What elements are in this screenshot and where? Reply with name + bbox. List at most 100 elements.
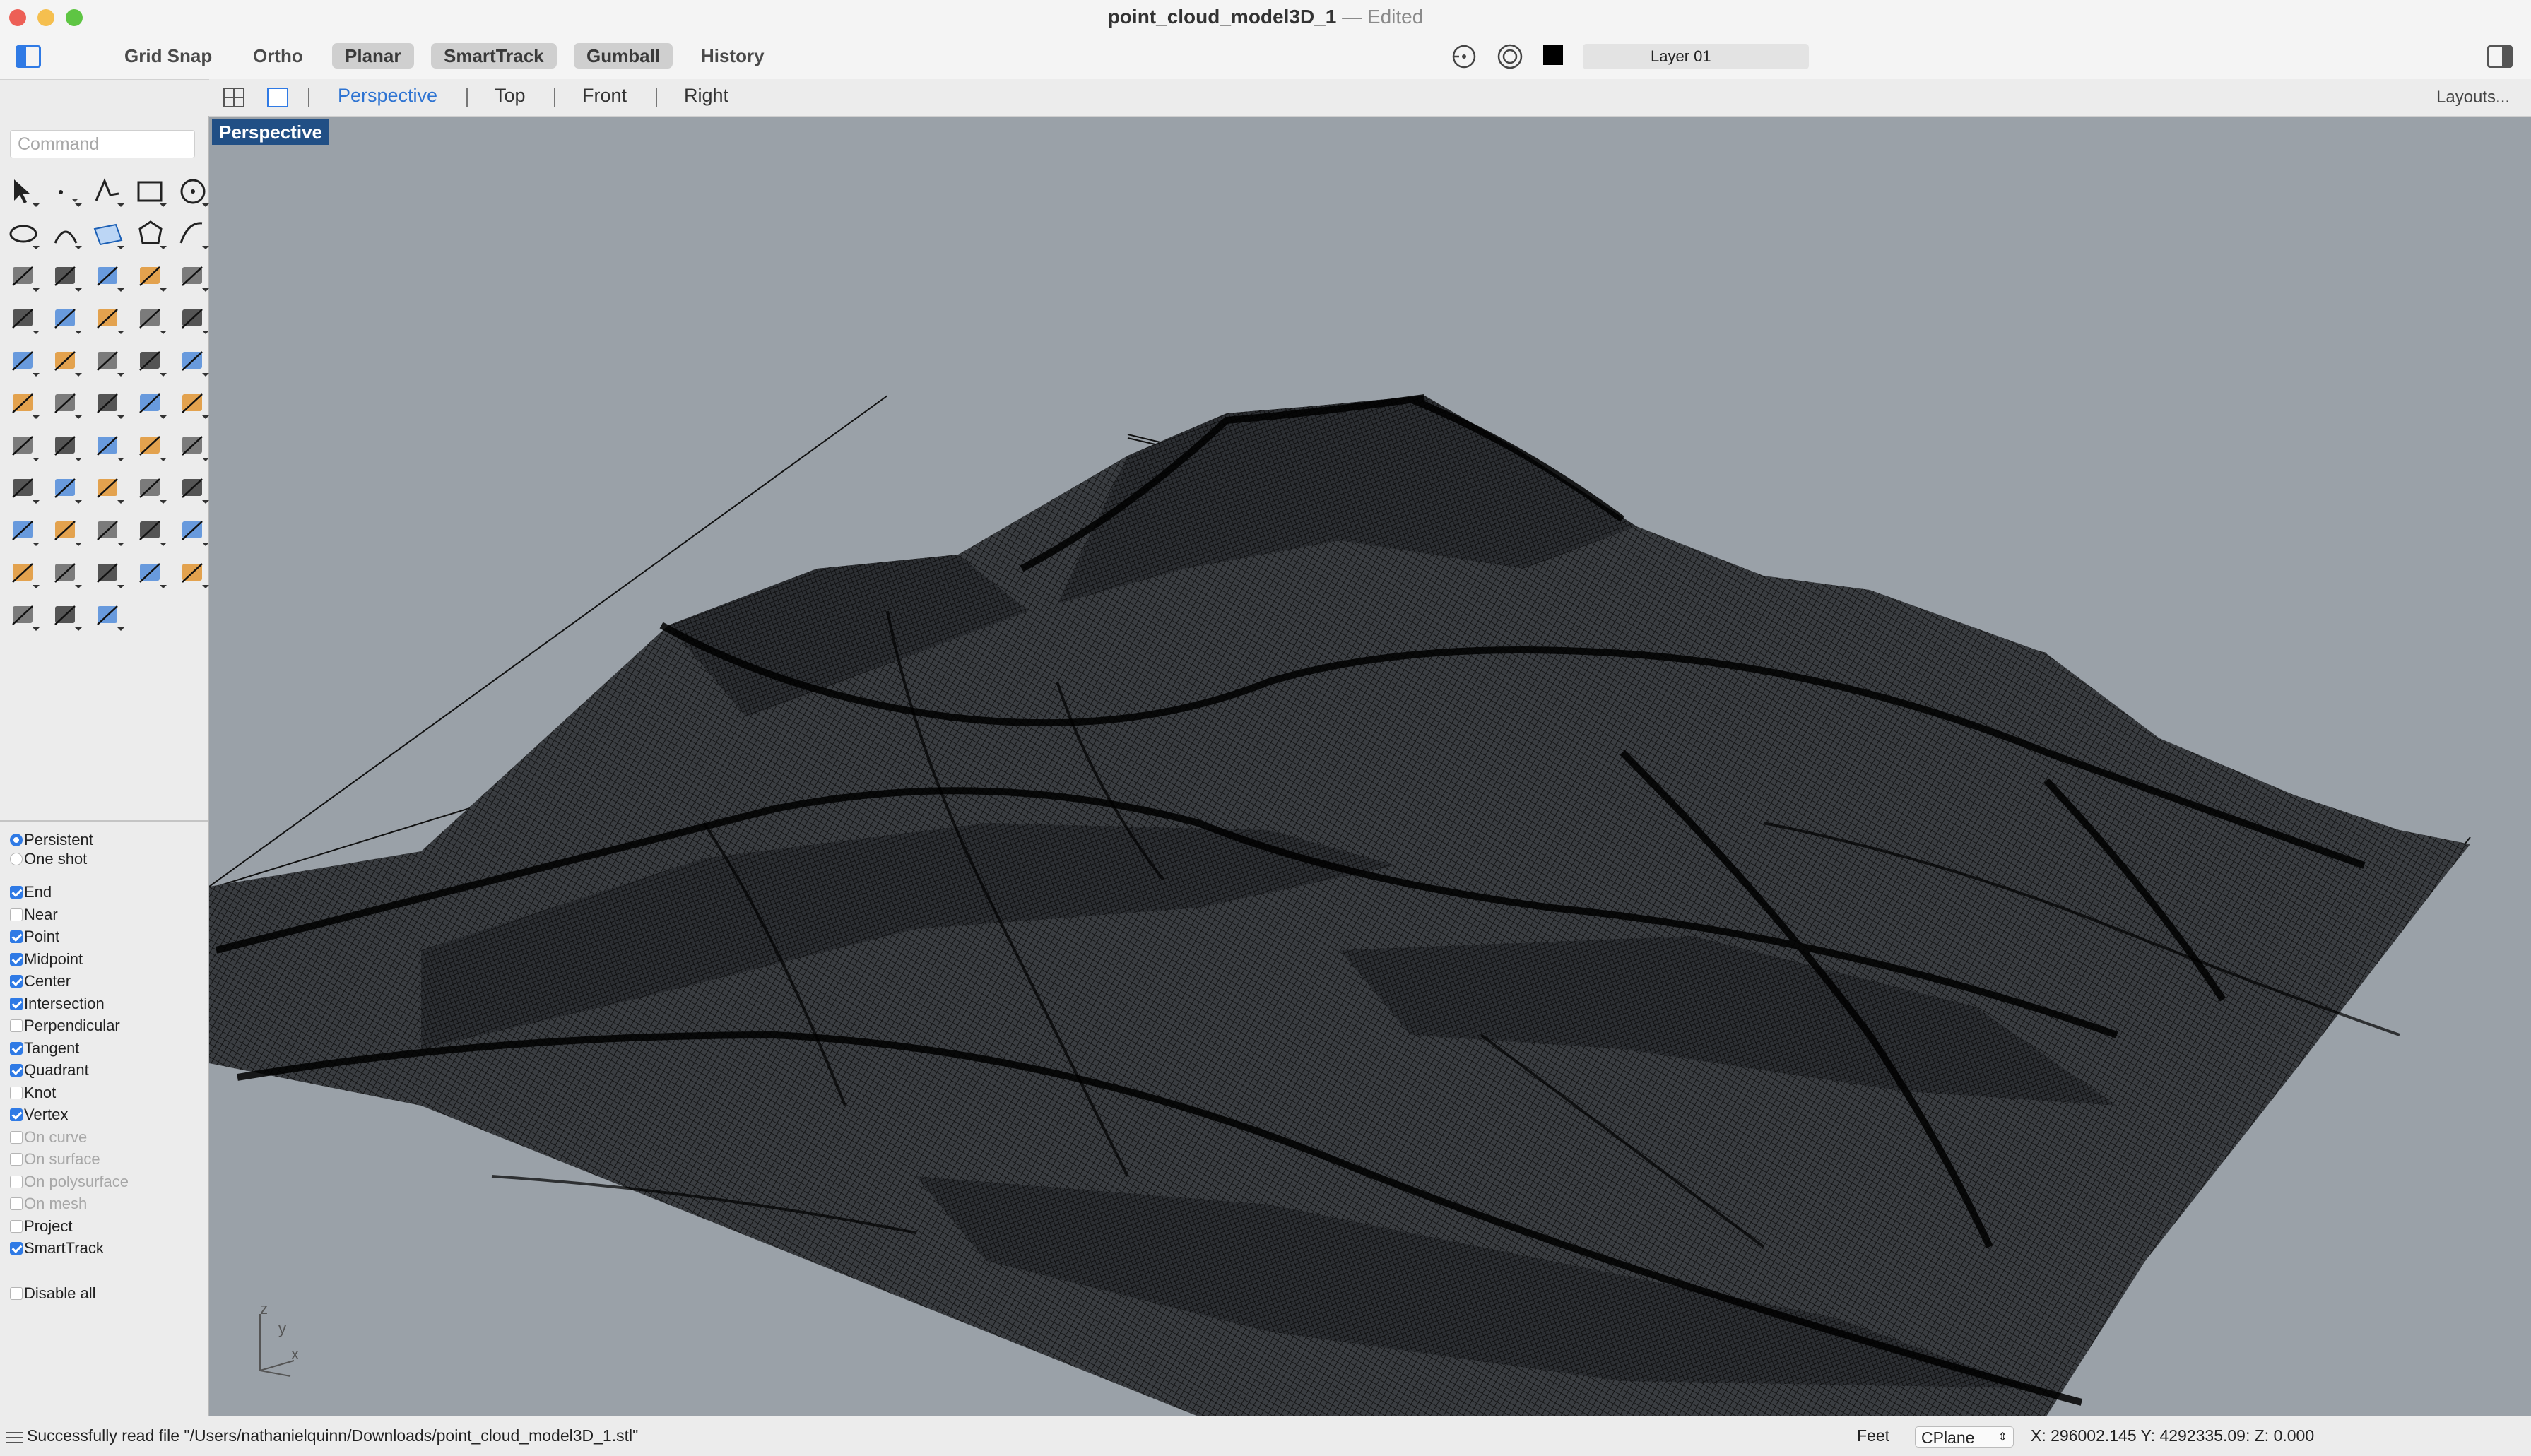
perspective-viewport[interactable]: Perspective z y x bbox=[209, 117, 2531, 1416]
snap-knot-checkbox[interactable]: Knot bbox=[10, 1082, 56, 1103]
history-toggle[interactable]: History bbox=[688, 43, 777, 69]
four-viewports-icon[interactable] bbox=[223, 88, 244, 107]
render-icon[interactable] bbox=[174, 554, 212, 592]
align-icon[interactable] bbox=[47, 427, 85, 465]
single-viewport-icon[interactable] bbox=[267, 88, 288, 107]
puzzle-icon[interactable] bbox=[47, 300, 85, 338]
block-icon[interactable] bbox=[131, 384, 170, 422]
arc-icon[interactable] bbox=[47, 215, 85, 253]
snap-tangent-checkbox[interactable]: Tangent bbox=[10, 1038, 79, 1059]
snap-point-checkbox[interactable]: Point bbox=[10, 926, 59, 947]
gumball-toggle[interactable]: Gumball bbox=[574, 43, 673, 69]
snap-mode-persistent[interactable]: Persistent bbox=[10, 829, 93, 851]
viewport-label[interactable]: Perspective bbox=[212, 119, 329, 145]
sphere-icon[interactable] bbox=[131, 257, 170, 295]
record-history-icon[interactable] bbox=[1450, 42, 1478, 71]
snap-perpendicular-checkbox[interactable]: Perpendicular bbox=[10, 1015, 120, 1036]
group-icon[interactable] bbox=[47, 342, 85, 380]
snap-quadrant-checkbox[interactable]: Quadrant bbox=[10, 1060, 89, 1081]
sweep-icon[interactable] bbox=[89, 300, 127, 338]
check-icon[interactable] bbox=[131, 427, 170, 465]
transform-icon[interactable] bbox=[89, 596, 127, 634]
polygon-icon[interactable] bbox=[131, 215, 170, 253]
snap-end-checkbox[interactable]: End bbox=[10, 882, 52, 903]
zoom-selected-icon[interactable] bbox=[174, 469, 212, 507]
trim-icon[interactable] bbox=[174, 300, 212, 338]
radio-icon[interactable] bbox=[10, 853, 23, 865]
layouts-button[interactable]: Layouts... bbox=[2436, 88, 2510, 107]
plane-icon[interactable] bbox=[89, 215, 127, 253]
checkbox-icon[interactable] bbox=[10, 1242, 23, 1255]
checkbox-icon[interactable] bbox=[10, 1108, 23, 1121]
checkbox-icon[interactable] bbox=[10, 952, 23, 966]
fillet-icon[interactable] bbox=[131, 300, 170, 338]
shapes-icon[interactable] bbox=[131, 511, 170, 550]
snap-intersection-checkbox[interactable]: Intersection bbox=[10, 993, 105, 1014]
loft-icon[interactable] bbox=[4, 300, 42, 338]
scale-icon[interactable] bbox=[89, 384, 127, 422]
dimension-icon[interactable] bbox=[174, 384, 212, 422]
command-history-icon[interactable] bbox=[6, 1429, 23, 1443]
snap-smarttrack-checkbox[interactable]: SmartTrack bbox=[10, 1238, 104, 1259]
zoom-window-icon[interactable] bbox=[89, 469, 127, 507]
polyline-icon[interactable] bbox=[89, 172, 127, 211]
render-sphere-icon[interactable] bbox=[4, 596, 42, 634]
text-icon[interactable] bbox=[174, 342, 212, 380]
clipboard-icon[interactable] bbox=[89, 427, 127, 465]
right-sidebar-toggle-icon[interactable] bbox=[2487, 45, 2513, 68]
tab-top[interactable]: Top bbox=[495, 85, 526, 107]
light-icon[interactable] bbox=[174, 511, 212, 550]
curve-icon[interactable] bbox=[174, 215, 212, 253]
disable-all-checkbox[interactable]: Disable all bbox=[10, 1283, 96, 1304]
surface-icon[interactable] bbox=[4, 257, 42, 295]
checkbox-icon[interactable] bbox=[10, 886, 23, 899]
blend-icon[interactable] bbox=[89, 342, 127, 380]
circle-icon[interactable] bbox=[174, 172, 212, 211]
rectangle-icon[interactable] bbox=[131, 172, 170, 211]
snap-center-checkbox[interactable]: Center bbox=[10, 971, 71, 992]
snap-midpoint-checkbox[interactable]: Midpoint bbox=[10, 949, 83, 970]
checkbox-icon[interactable] bbox=[10, 1219, 23, 1233]
offset-icon[interactable] bbox=[131, 342, 170, 380]
shade-icon[interactable] bbox=[131, 554, 170, 592]
lock-icon[interactable] bbox=[4, 554, 42, 592]
snap-mode-one-shot[interactable]: One shot bbox=[10, 848, 87, 870]
extrude-icon[interactable] bbox=[47, 257, 85, 295]
cplane-select[interactable]: CPlane ⇕ bbox=[1915, 1426, 2014, 1448]
checkbox-icon[interactable] bbox=[10, 1041, 23, 1055]
zoom-extents-icon[interactable] bbox=[131, 469, 170, 507]
mesh-icon[interactable] bbox=[89, 511, 127, 550]
layer-color-swatch[interactable] bbox=[1543, 45, 1563, 65]
tab-perspective[interactable]: Perspective bbox=[338, 85, 437, 107]
color-wheel-icon[interactable] bbox=[89, 554, 127, 592]
checkbox-icon[interactable] bbox=[10, 1286, 23, 1300]
solid-edit-icon[interactable] bbox=[174, 427, 212, 465]
array-icon[interactable] bbox=[47, 384, 85, 422]
boolean-icon[interactable] bbox=[4, 342, 42, 380]
ortho-toggle[interactable]: Ortho bbox=[240, 43, 316, 69]
checkbox-icon[interactable] bbox=[10, 1086, 23, 1099]
tab-front[interactable]: Front bbox=[582, 85, 627, 107]
checkbox-icon[interactable] bbox=[10, 930, 23, 943]
command-input[interactable] bbox=[10, 130, 195, 158]
grid-array-icon[interactable] bbox=[4, 427, 42, 465]
zoom-icon[interactable] bbox=[47, 469, 85, 507]
layer-selector[interactable]: Layer 01 bbox=[1583, 44, 1809, 69]
terrain-mesh[interactable] bbox=[209, 117, 2531, 1416]
snap-project-checkbox[interactable]: Project bbox=[10, 1216, 72, 1237]
left-sidebar-toggle-icon[interactable] bbox=[16, 45, 41, 68]
ellipse-icon[interactable] bbox=[4, 215, 42, 253]
point-icon[interactable] bbox=[47, 172, 85, 211]
cylinder-icon[interactable] bbox=[174, 257, 212, 295]
snap-vertex-checkbox[interactable]: Vertex bbox=[10, 1104, 68, 1125]
smarttrack-toggle[interactable]: SmartTrack bbox=[431, 43, 557, 69]
cone-icon[interactable] bbox=[47, 596, 85, 634]
rotate-view-icon[interactable] bbox=[4, 511, 42, 550]
checkbox-icon[interactable] bbox=[10, 997, 23, 1010]
snap-near-checkbox[interactable]: Near bbox=[10, 904, 58, 925]
radio-icon[interactable] bbox=[10, 834, 23, 846]
car-icon[interactable] bbox=[47, 511, 85, 550]
target-icon[interactable] bbox=[1496, 42, 1524, 71]
box-icon[interactable] bbox=[89, 257, 127, 295]
checkbox-icon[interactable] bbox=[10, 975, 23, 988]
